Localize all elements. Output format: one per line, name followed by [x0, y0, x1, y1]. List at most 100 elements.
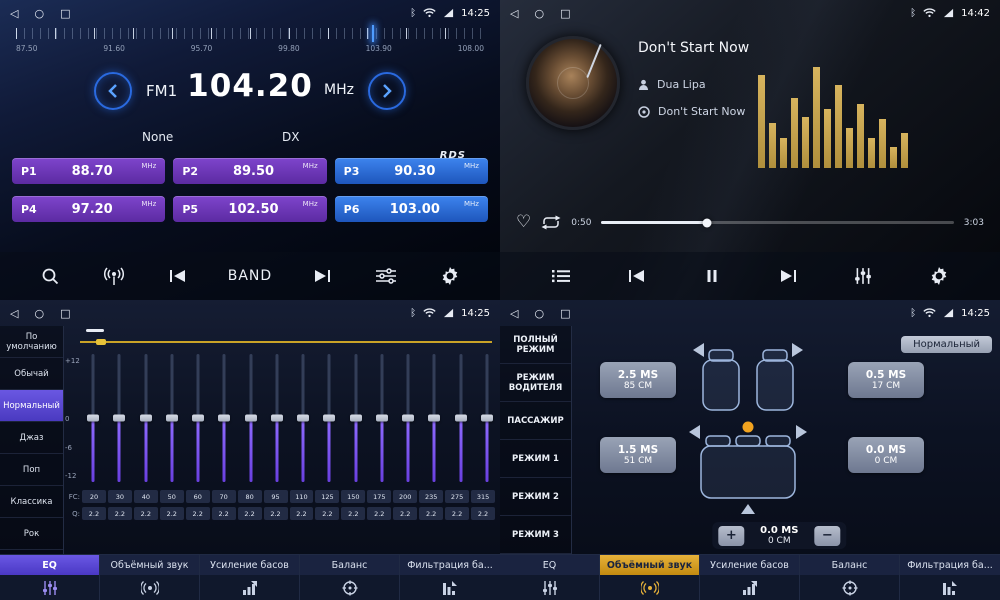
eq-band-slider[interactable]: [244, 352, 258, 484]
eq-preset-default[interactable]: По умолчанию: [0, 326, 63, 358]
mode-driver[interactable]: РЕЖИМ ВОДИТЕЛЯ: [500, 364, 571, 402]
mode-1[interactable]: РЕЖИМ 1: [500, 440, 571, 478]
master-level-handle[interactable]: [96, 339, 106, 345]
eq-band-slider[interactable]: [401, 352, 415, 484]
eq-q-value: 2.2: [82, 507, 106, 520]
seek-up-button[interactable]: [368, 72, 406, 110]
back-icon[interactable]: ◁: [510, 308, 518, 319]
eq-preset-normal[interactable]: Нормальный: [0, 390, 63, 422]
tab-bass-boost[interactable]: Усиление басов: [200, 555, 300, 600]
back-icon[interactable]: ◁: [10, 308, 18, 319]
eq-q-value: 2.2: [471, 507, 495, 520]
frequency-ruler[interactable]: 87.50 91.60 95.70 99.80 103.90 108.00: [16, 28, 484, 62]
settings-button[interactable]: [436, 266, 464, 286]
recents-icon[interactable]: □: [60, 8, 70, 19]
eq-band-slider[interactable]: [191, 352, 205, 484]
recents-icon[interactable]: □: [60, 308, 70, 319]
delay-front-left-button[interactable]: 2.5 MS 85 CM: [600, 362, 676, 398]
car-cabin-diagram[interactable]: [673, 334, 823, 516]
broadcast-button[interactable]: [100, 267, 128, 286]
equalizer-screen: ◁ ○ □ ᛒ 14:25 По умолчанию Обычай Нормал…: [0, 300, 500, 600]
mode-3[interactable]: РЕЖИМ 3: [500, 516, 571, 554]
next-station-button[interactable]: [308, 269, 336, 283]
tab-bass-boost[interactable]: Усиление басов: [700, 555, 800, 600]
seek-down-button[interactable]: [94, 72, 132, 110]
clock: 14:25: [461, 308, 490, 319]
eq-band-slider[interactable]: [454, 352, 468, 484]
pause-button[interactable]: [698, 269, 726, 283]
eq-preset-jazz[interactable]: Джаз: [0, 422, 63, 454]
delay-rear-left-button[interactable]: 1.5 MS 51 CM: [600, 437, 676, 473]
eq-preset-rock[interactable]: Рок: [0, 518, 63, 550]
filter-icon: [900, 575, 1000, 600]
home-icon[interactable]: ○: [534, 308, 544, 319]
tab-filter[interactable]: Фильтрация ба...: [400, 555, 500, 600]
favorite-button[interactable]: ♡: [516, 214, 531, 231]
dx-mode[interactable]: DX: [282, 130, 299, 144]
previous-track-button[interactable]: [623, 269, 651, 283]
mode-passenger[interactable]: ПАССАЖИР: [500, 402, 571, 440]
previous-station-button[interactable]: [164, 269, 192, 283]
tab-eq[interactable]: EQ: [500, 555, 600, 600]
preset-frequency: 88.70: [43, 164, 141, 179]
next-track-button[interactable]: [774, 269, 802, 283]
master-level-slider[interactable]: [80, 341, 492, 343]
tab-filter[interactable]: Фильтрация ба...: [900, 555, 1000, 600]
mode-full[interactable]: ПОЛНЫЙ РЕЖИМ: [500, 326, 571, 364]
profile-button[interactable]: Нормальный: [901, 336, 992, 353]
eq-band-slider[interactable]: [139, 352, 153, 484]
eq-band-slider[interactable]: [112, 352, 126, 484]
eq-band-slider[interactable]: [217, 352, 231, 484]
elapsed-time: 0:50: [571, 218, 591, 228]
band-button[interactable]: BAND: [228, 268, 272, 284]
eq-band-slider[interactable]: [322, 352, 336, 484]
home-icon[interactable]: ○: [34, 8, 44, 19]
preset-button-p2[interactable]: P2 89.50 MHz: [173, 158, 326, 184]
bluetooth-icon: ᛒ: [910, 8, 916, 19]
audio-tabbar: EQ Объёмный звук Усиление басов Баланс Ф…: [0, 554, 500, 600]
back-icon[interactable]: ◁: [510, 8, 518, 19]
eq-preset-pop[interactable]: Поп: [0, 454, 63, 486]
tab-eq[interactable]: EQ: [0, 555, 100, 600]
repeat-button[interactable]: [541, 215, 561, 230]
eq-band-slider[interactable]: [296, 352, 310, 484]
statusbar: ◁ ○ □ ᛒ 14:25: [0, 300, 500, 326]
preset-button-p5[interactable]: P5 102.50 MHz: [173, 196, 326, 222]
eq-q-value: 2.2: [212, 507, 236, 520]
home-icon[interactable]: ○: [34, 308, 44, 319]
equalizer-button[interactable]: [849, 267, 877, 285]
eq-preset-custom[interactable]: Обычай: [0, 358, 63, 390]
playlist-button[interactable]: [547, 269, 575, 283]
recents-icon[interactable]: □: [560, 8, 570, 19]
delay-rear-right-button[interactable]: 0.0 MS 0 CM: [848, 437, 924, 473]
seek-bar[interactable]: [601, 221, 953, 224]
back-icon[interactable]: ◁: [10, 8, 18, 19]
eq-band-slider[interactable]: [375, 352, 389, 484]
eq-band-slider[interactable]: [86, 352, 100, 484]
preset-button-p4[interactable]: P4 97.20 MHz: [12, 196, 165, 222]
tuner-settings-button[interactable]: [372, 268, 400, 284]
tab-balance[interactable]: Баланс: [800, 555, 900, 600]
eq-band-slider[interactable]: [480, 352, 494, 484]
search-button[interactable]: [36, 266, 64, 286]
statusbar: ◁ ○ □ ᛒ 14:25: [500, 300, 1000, 326]
eq-preset-classic[interactable]: Классика: [0, 486, 63, 518]
tab-surround[interactable]: Объёмный звук: [600, 555, 700, 600]
preset-button-p6[interactable]: P6 103.00 MHz: [335, 196, 488, 222]
tab-surround[interactable]: Объёмный звук: [100, 555, 200, 600]
eq-band-slider[interactable]: [165, 352, 179, 484]
eq-band-slider[interactable]: [270, 352, 284, 484]
mode-2[interactable]: РЕЖИМ 2: [500, 478, 571, 516]
progress-thumb[interactable]: [703, 218, 712, 227]
recents-icon[interactable]: □: [560, 308, 570, 319]
home-icon[interactable]: ○: [534, 8, 544, 19]
preset-button-p3[interactable]: P3 90.30 MHz: [335, 158, 488, 184]
settings-button[interactable]: [925, 266, 953, 286]
eq-band-slider[interactable]: [349, 352, 363, 484]
delay-front-right-button[interactable]: 0.5 MS 17 CM: [848, 362, 924, 398]
delay-decrease-button[interactable]: −: [814, 526, 840, 546]
eq-band-slider[interactable]: [427, 352, 441, 484]
preset-button-p1[interactable]: P1 88.70 MHz: [12, 158, 165, 184]
delay-increase-button[interactable]: +: [718, 526, 744, 546]
tab-balance[interactable]: Баланс: [300, 555, 400, 600]
